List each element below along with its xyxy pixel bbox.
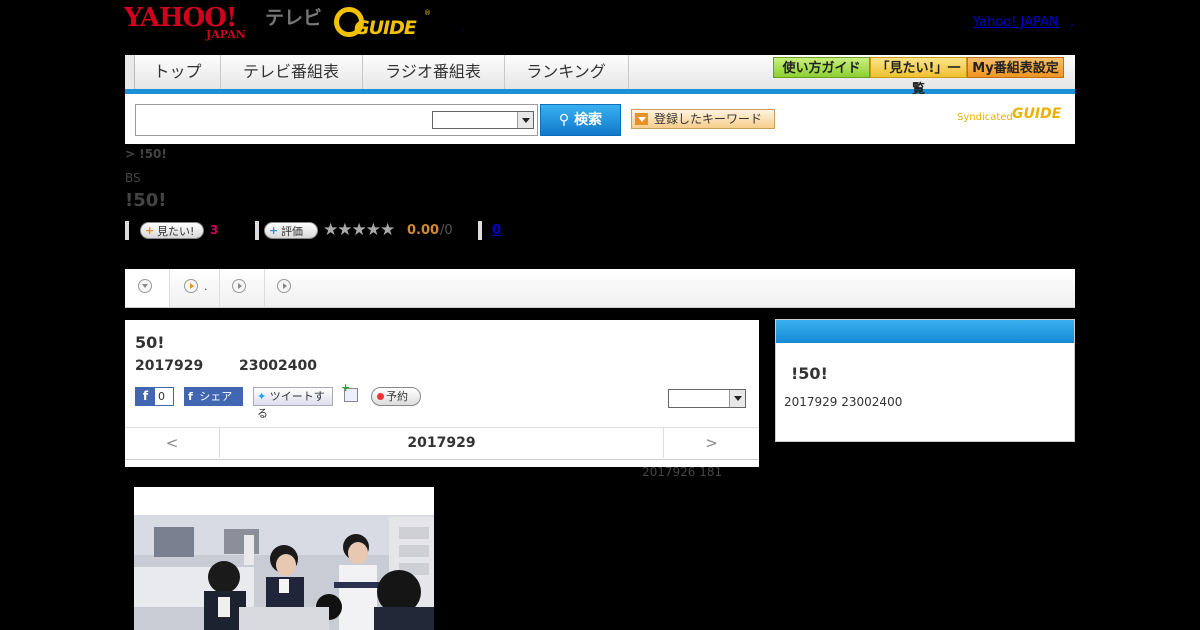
registered-keywords-label: 登録したキーワード — [654, 112, 763, 126]
tab-overview[interactable] — [125, 269, 170, 307]
facebook-like-count: 0 — [158, 390, 165, 403]
review-count-link[interactable]: 0 — [492, 223, 501, 238]
nav-tab-tv-listings[interactable]: テレビ番組表 — [220, 55, 363, 89]
facebook-like-button[interactable]: f 0 — [135, 387, 174, 406]
tv-logo-text: テレビ — [265, 7, 323, 29]
episode-title: 50! — [135, 333, 165, 352]
chevron-down-icon — [138, 279, 152, 293]
facebook-share-label: シェア — [199, 390, 233, 403]
program-photo — [134, 487, 434, 630]
dropdown-arrow-icon — [635, 113, 648, 125]
current-date: 2017929 — [407, 435, 476, 451]
reserve-label: 予約 — [386, 390, 408, 403]
yahoo-japan-link[interactable]: Yahoo! JAPAN — [973, 15, 1059, 30]
chevron-down-icon — [729, 390, 745, 407]
rate-button[interactable]: + 評価 — [264, 222, 318, 239]
update-info: 2017926 181 — [642, 465, 723, 479]
breadcrumb: > !50! — [125, 147, 167, 161]
nav-tab-ranking[interactable]: ランキング — [504, 55, 629, 89]
next-date-button[interactable]: > — [663, 428, 759, 458]
search-icon: ⚲ — [558, 112, 570, 128]
divider — [255, 221, 259, 240]
my-listing-settings-button[interactable]: My番組表設定 — [967, 57, 1064, 78]
reserve-button[interactable]: 予約 — [371, 387, 421, 406]
tab-second-label: . — [204, 280, 208, 293]
play-icon — [184, 279, 198, 293]
wanna-see-count: 3 — [210, 223, 219, 237]
tweet-button[interactable]: ✦ ツイートする — [253, 387, 333, 420]
chevron-down-icon — [517, 112, 533, 128]
search-button-label: 検索 — [574, 112, 603, 128]
registered-keywords-button[interactable]: 登録したキーワード — [631, 109, 775, 129]
yahoo-logo[interactable]: YAHOO! JAPAN — [124, 5, 262, 43]
tab-fourth[interactable] — [265, 269, 305, 307]
nav-tab-top[interactable]: トップ — [135, 55, 221, 89]
gguide-logo-text: GUIDE — [354, 17, 417, 39]
episode-date: 2017929 — [135, 358, 204, 374]
syndicated-text: Syndicated — [957, 112, 1013, 123]
prev-date-button[interactable]: < — [125, 428, 220, 458]
plus-icon: + — [145, 224, 155, 237]
side-panel-header — [776, 320, 1074, 343]
divider — [125, 221, 129, 240]
syndicated-logo-text: GUIDE — [1012, 106, 1062, 122]
nav-edge — [125, 55, 135, 89]
yahoo-link-suffix[interactable]: . — [1070, 15, 1074, 30]
record-dot-icon — [377, 393, 384, 400]
syndicated-gguide-logo: Syndicated GUIDE — [957, 106, 1067, 130]
channel-label: BS — [125, 171, 141, 185]
registered-mark: ® — [424, 9, 431, 17]
play-icon — [232, 279, 246, 293]
divider — [478, 221, 482, 240]
search-button[interactable]: ⚲ 検索 — [540, 104, 621, 136]
tab-third[interactable] — [220, 269, 265, 307]
side-program-title: !50! — [791, 364, 828, 383]
nav-tab-radio-listings[interactable]: ラジオ番組表 — [362, 55, 505, 89]
play-icon — [277, 279, 291, 293]
wanna-list-button[interactable]: 「見たい!」一覧 — [870, 57, 967, 97]
plus-icon: + — [269, 224, 279, 237]
usage-guide-button[interactable]: 使い方ガイド — [773, 57, 870, 78]
page-title: !50! — [125, 190, 167, 211]
gguide-logo[interactable]: GUIDE ® — [334, 7, 431, 40]
episode-select[interactable] — [668, 389, 746, 408]
side-program-datetime: 2017929 23002400 — [784, 395, 903, 409]
search-category-select[interactable] — [432, 111, 534, 129]
tab-second[interactable]: . — [170, 269, 220, 307]
star-rating: ★★★★★ — [323, 220, 395, 240]
wanna-see-label: 見たい! — [157, 225, 195, 238]
add-to-calendar-icon[interactable] — [341, 381, 358, 402]
rate-label: 評価 — [281, 225, 303, 238]
episode-time: 23002400 — [239, 358, 317, 374]
program-photo-image — [134, 487, 434, 630]
facebook-icon: f — [136, 388, 155, 405]
header-link-dot[interactable]: . — [462, 23, 465, 34]
yahoo-logo-japan: JAPAN — [206, 28, 246, 41]
facebook-share-button[interactable]: f シェア — [184, 387, 243, 406]
rating-value: 0.00 — [407, 223, 440, 238]
facebook-icon: f — [188, 390, 193, 403]
rating-count: /0 — [440, 223, 453, 238]
wanna-see-button[interactable]: + 見たい! — [140, 222, 204, 239]
twitter-bird-icon: ✦ — [257, 390, 267, 403]
